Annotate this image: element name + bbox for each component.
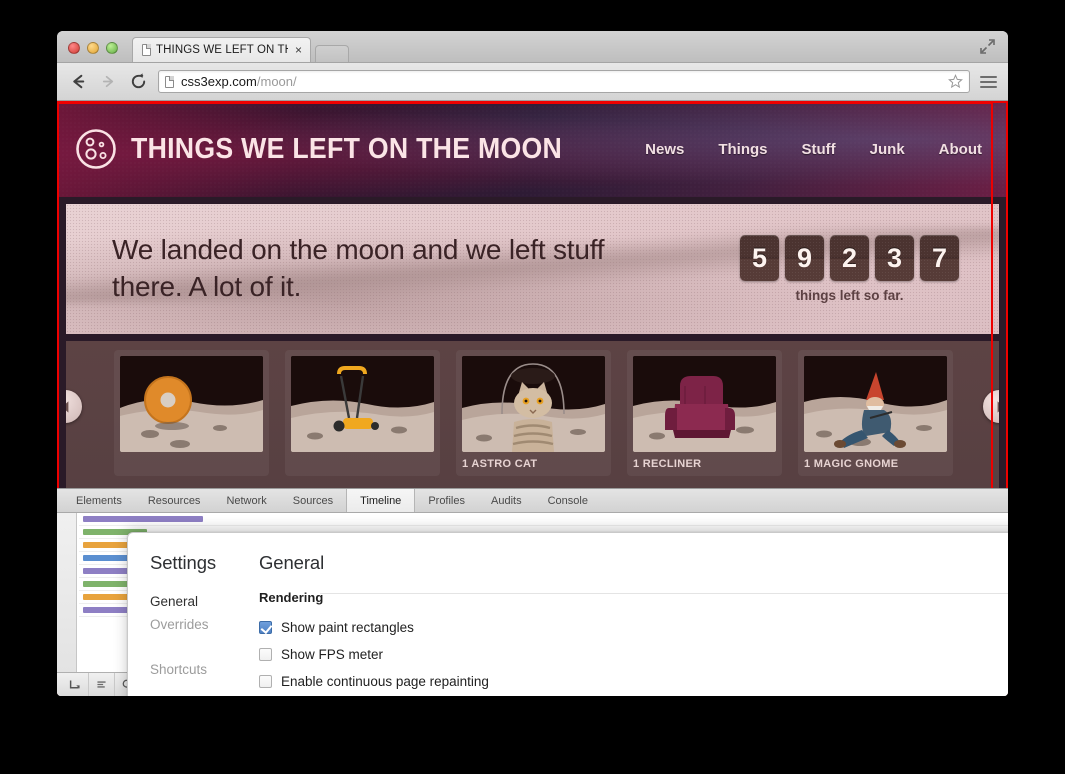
counter-digit: 2 bbox=[830, 235, 869, 281]
settings-pane-general: Rendering Show paint rectangles Show FPS… bbox=[250, 590, 489, 695]
dock-icon[interactable] bbox=[63, 673, 89, 696]
settings-header: Settings General bbox=[128, 533, 1008, 574]
tab-title: THINGS WE LEFT ON THE M bbox=[156, 44, 288, 56]
browser-window: THINGS WE LEFT ON THE M × bbox=[57, 31, 1008, 696]
browser-tab[interactable]: THINGS WE LEFT ON THE M × bbox=[132, 37, 312, 62]
settings-sidebar: General Overrides Shortcuts bbox=[128, 590, 250, 695]
option-label: Enable continuous page repainting bbox=[281, 674, 489, 689]
browser-toolbar: css3exp.com/moon/ bbox=[57, 63, 1008, 101]
counter-digit: 3 bbox=[875, 235, 914, 281]
nav-item-about[interactable]: About bbox=[939, 141, 982, 158]
hamburger-menu-icon[interactable] bbox=[980, 75, 997, 88]
devtools-tab-bar: Elements Resources Network Sources Timel… bbox=[57, 489, 1008, 513]
carousel-card[interactable]: 1 ASTRO CAT bbox=[456, 350, 611, 476]
thumbnail-recliner bbox=[633, 356, 776, 452]
site-title: THINGS WE LEFT ON THE MOON bbox=[131, 132, 563, 165]
settings-divider bbox=[320, 593, 1008, 594]
option-show-fps-meter[interactable]: Show FPS meter bbox=[259, 641, 489, 668]
checkbox-continuous-repainting[interactable] bbox=[259, 675, 272, 688]
carousel-card[interactable] bbox=[285, 350, 440, 476]
counter-caption: things left so far. bbox=[795, 288, 904, 303]
settings-brand: Settings bbox=[150, 552, 217, 573]
forward-arrow-icon[interactable] bbox=[98, 72, 118, 92]
counter-digit: 9 bbox=[785, 235, 824, 281]
card-caption: 1 ASTRO CAT bbox=[462, 458, 538, 470]
thing-carousel: 1 ASTRO CAT 1 RECLINER 1 MAGIC GNOME bbox=[66, 341, 999, 491]
hero-banner: We landed on the moon and we left stuff … bbox=[66, 204, 999, 334]
table-row[interactable] bbox=[79, 513, 1008, 526]
tab-console[interactable]: Console bbox=[535, 489, 601, 512]
address-bar[interactable]: css3exp.com/moon/ bbox=[158, 70, 970, 93]
nav-item-things[interactable]: Things bbox=[718, 141, 767, 158]
tab-strip: THINGS WE LEFT ON THE M × bbox=[57, 31, 1008, 63]
carousel-card[interactable] bbox=[114, 350, 269, 476]
minimize-window-button[interactable] bbox=[87, 42, 99, 54]
settings-pane-title: General bbox=[259, 552, 325, 573]
option-show-paint-rectangles[interactable]: Show paint rectangles bbox=[259, 614, 489, 641]
page-security-icon bbox=[165, 75, 174, 88]
tab-timeline[interactable]: Timeline bbox=[346, 489, 416, 512]
timeline-gutter bbox=[57, 513, 77, 673]
carousel-card[interactable]: 1 RECLINER bbox=[627, 350, 782, 476]
tab-audits[interactable]: Audits bbox=[478, 489, 535, 512]
things-counter: 5 9 2 3 7 bbox=[740, 235, 959, 281]
moon-icon bbox=[76, 129, 116, 169]
option-continuous-repainting[interactable]: Enable continuous page repainting bbox=[259, 668, 489, 695]
card-caption: 1 MAGIC GNOME bbox=[804, 458, 899, 470]
carousel-card[interactable]: 1 MAGIC GNOME bbox=[798, 350, 953, 476]
url-host: css3exp.com bbox=[181, 74, 257, 89]
reload-icon[interactable] bbox=[128, 72, 148, 92]
tab-sources[interactable]: Sources bbox=[280, 489, 346, 512]
thumbnail-donut bbox=[120, 356, 263, 452]
fullscreen-icon[interactable] bbox=[979, 38, 996, 55]
star-icon[interactable] bbox=[948, 74, 963, 89]
page-favicon-icon bbox=[142, 44, 151, 56]
carousel-track: 1 ASTRO CAT 1 RECLINER 1 MAGIC GNOME bbox=[66, 350, 999, 476]
site-nav: News Things Stuff Junk About bbox=[645, 141, 990, 158]
tab-resources[interactable]: Resources bbox=[135, 489, 214, 512]
hero-headline: We landed on the moon and we left stuff … bbox=[112, 234, 605, 302]
nav-item-news[interactable]: News bbox=[645, 141, 684, 158]
checkbox-show-fps-meter[interactable] bbox=[259, 648, 272, 661]
card-caption: 1 RECLINER bbox=[633, 458, 702, 470]
thumbnail-astro-cat bbox=[462, 356, 605, 452]
tab-profiles[interactable]: Profiles bbox=[415, 489, 478, 512]
option-label: Show FPS meter bbox=[281, 647, 384, 662]
tab-close-icon[interactable]: × bbox=[293, 44, 302, 56]
thumbnail-magic-gnome bbox=[804, 356, 947, 452]
tab-elements[interactable]: Elements bbox=[63, 489, 135, 512]
desktop-backdrop: THINGS WE LEFT ON THE M × bbox=[0, 0, 1065, 774]
site-header: THINGS WE LEFT ON THE MOON News Things S… bbox=[57, 101, 1008, 197]
sidebar-item-shortcuts[interactable]: Shortcuts bbox=[150, 658, 250, 681]
record-icon[interactable] bbox=[89, 673, 115, 696]
maximize-window-button[interactable] bbox=[106, 42, 118, 54]
option-label: Show paint rectangles bbox=[281, 620, 414, 635]
counter-block: 5 9 2 3 7 things left so far. bbox=[740, 235, 977, 303]
tab-network[interactable]: Network bbox=[213, 489, 279, 512]
nav-item-stuff[interactable]: Stuff bbox=[802, 141, 836, 158]
close-window-button[interactable] bbox=[68, 42, 80, 54]
url-text: css3exp.com/moon/ bbox=[181, 74, 297, 89]
settings-dialog: Settings General General Overrides Short… bbox=[127, 532, 1008, 696]
checkbox-show-paint-rectangles[interactable] bbox=[259, 621, 272, 634]
url-path: /moon/ bbox=[256, 74, 297, 89]
window-controls bbox=[57, 42, 118, 62]
sidebar-item-general[interactable]: General bbox=[150, 590, 250, 613]
counter-digit: 7 bbox=[920, 235, 959, 281]
thumbnail-lawn-mower bbox=[291, 356, 434, 452]
counter-digit: 5 bbox=[740, 235, 779, 281]
new-tab-button[interactable] bbox=[315, 45, 350, 62]
sidebar-item-overrides[interactable]: Overrides bbox=[150, 613, 250, 636]
nav-item-junk[interactable]: Junk bbox=[870, 141, 905, 158]
back-arrow-icon[interactable] bbox=[68, 72, 88, 92]
